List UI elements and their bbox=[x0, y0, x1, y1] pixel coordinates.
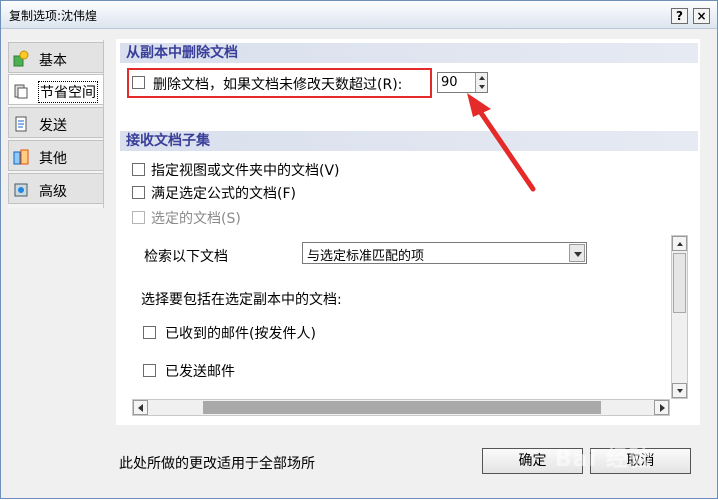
sidebar-item-label: 高级 bbox=[39, 184, 67, 200]
send-icon bbox=[15, 116, 27, 132]
sent-mail-label: 已发送邮件 bbox=[165, 364, 235, 380]
retrieve-select[interactable]: 与选定标准匹配的项 bbox=[302, 242, 587, 264]
received-mail-checkbox[interactable] bbox=[143, 326, 156, 339]
footer-note: 此处所做的更改适用于全部场所 bbox=[119, 456, 315, 472]
delete-docs-checkbox[interactable] bbox=[132, 76, 145, 89]
right-arrow-icon bbox=[660, 404, 665, 412]
down-arrow-icon bbox=[479, 85, 485, 89]
scroll-down-button[interactable] bbox=[672, 383, 687, 398]
formula-label: 满足选定公式的文档(F) bbox=[151, 186, 296, 202]
vertical-scrollbar[interactable] bbox=[671, 235, 688, 399]
close-button[interactable]: × bbox=[693, 8, 710, 24]
horizontal-scrollbar[interactable] bbox=[132, 399, 670, 416]
sidebar-item-space-saver[interactable]: 节省空间 bbox=[8, 74, 104, 105]
space-saver-icon bbox=[14, 84, 28, 99]
scroll-left-button[interactable] bbox=[133, 400, 148, 415]
dropdown-button[interactable] bbox=[569, 244, 585, 262]
left-arrow-icon bbox=[138, 404, 143, 412]
retrieve-label: 检索以下文档 bbox=[144, 249, 228, 265]
sent-mail-checkbox[interactable] bbox=[143, 364, 156, 377]
delete-docs-label: 删除文档，如果文档未修改天数超过(R): bbox=[153, 77, 403, 93]
horizontal-scroll-thumb[interactable] bbox=[203, 401, 601, 414]
selected-docs-label: 选定的文档(S) bbox=[151, 211, 241, 227]
section-header-subset: 接收文档子集 bbox=[120, 131, 698, 151]
formula-checkbox[interactable] bbox=[132, 186, 145, 199]
chevron-down-icon bbox=[574, 252, 582, 257]
sidebar-item-basic[interactable]: 基本 bbox=[8, 42, 104, 73]
window-title: 复制选项:沈伟煌 bbox=[9, 9, 98, 23]
sidebar-item-label: 节省空间 bbox=[38, 81, 98, 103]
view-folder-label: 指定视图或文件夹中的文档(V) bbox=[151, 163, 340, 179]
scroll-right-button[interactable] bbox=[654, 400, 669, 415]
days-value: 90 bbox=[441, 75, 458, 90]
view-folder-checkbox[interactable] bbox=[132, 163, 145, 176]
sidebar-item-other[interactable]: 其他 bbox=[8, 140, 104, 171]
retrieve-select-value: 与选定标准匹配的项 bbox=[307, 249, 425, 264]
up-arrow-icon bbox=[479, 76, 485, 80]
copy-options-dialog: 复制选项:沈伟煌 ? × 基本 节省空间 发送 其他 高级 从副本中删除文档 删… bbox=[0, 0, 718, 499]
received-mail-label: 已收到的邮件(按发件人) bbox=[165, 326, 316, 342]
scroll-up-button[interactable] bbox=[672, 236, 687, 251]
title-bar: 复制选项:沈伟煌 ? × bbox=[1, 1, 717, 29]
down-arrow-icon bbox=[677, 389, 683, 393]
sidebar-item-send[interactable]: 发送 bbox=[8, 107, 104, 138]
include-label: 选择要包括在选定副本中的文档: bbox=[141, 292, 342, 308]
spin-down-button[interactable] bbox=[475, 82, 487, 92]
up-arrow-icon bbox=[677, 242, 683, 246]
sidebar-item-label: 其他 bbox=[39, 151, 67, 167]
sidebar: 基本 节省空间 发送 其他 高级 bbox=[8, 40, 104, 208]
sidebar-item-label: 基本 bbox=[39, 53, 67, 69]
days-input[interactable]: 90 bbox=[437, 72, 488, 93]
section-header-delete: 从副本中删除文档 bbox=[120, 43, 698, 63]
basic-icon bbox=[13, 50, 29, 67]
other-icon bbox=[13, 149, 29, 165]
sidebar-item-advanced[interactable]: 高级 bbox=[8, 173, 104, 204]
vertical-scroll-thumb[interactable] bbox=[673, 253, 686, 313]
watermark-logo: Bai 经验 bbox=[555, 447, 652, 472]
sidebar-item-label: 发送 bbox=[39, 118, 67, 134]
advanced-icon bbox=[14, 183, 28, 197]
selected-docs-checkbox bbox=[132, 211, 145, 224]
help-button[interactable]: ? bbox=[671, 8, 688, 24]
